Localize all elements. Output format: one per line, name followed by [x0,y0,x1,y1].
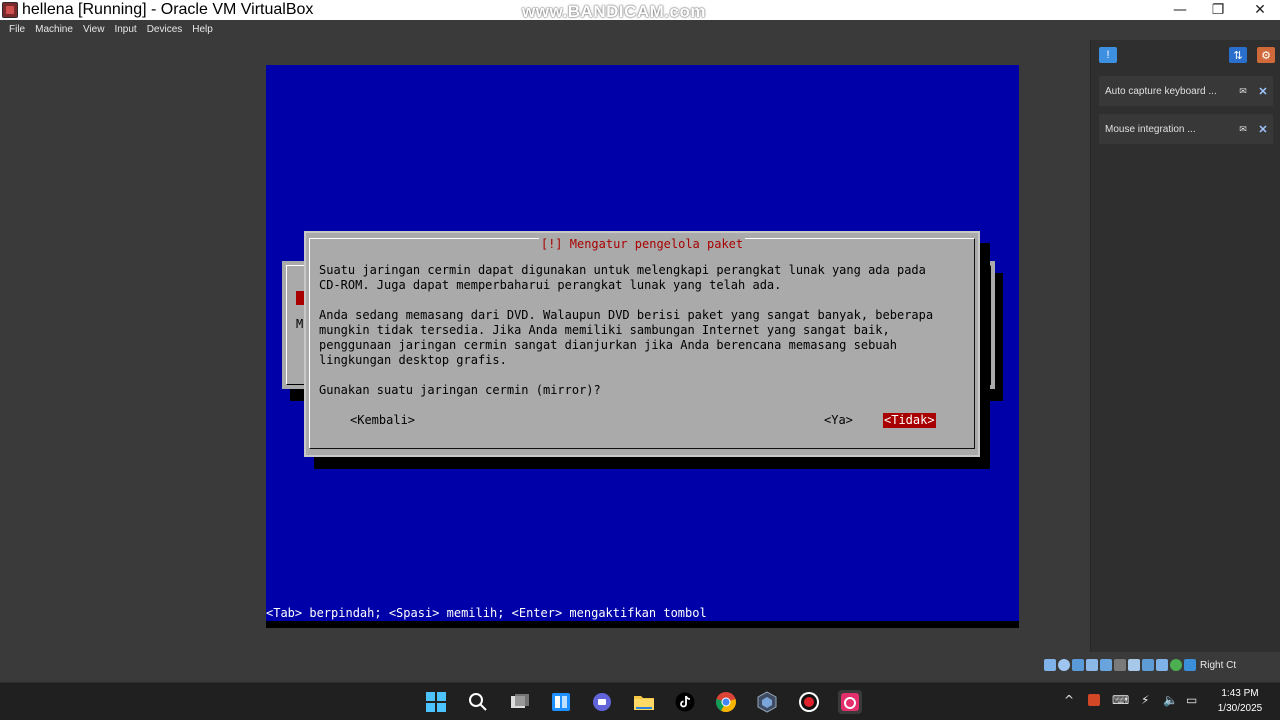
bandicam-record-icon[interactable] [797,690,821,714]
dialog-title: [!] Mengatur pengelola paket [538,237,746,251]
package-manager-dialog: [!] Mengatur pengelola paket Suatu jarin… [304,231,980,457]
optical-drive-icon[interactable] [1058,659,1070,671]
network-status-icon[interactable]: ⚡ [1141,693,1149,707]
settings-icon[interactable]: ⚙ [1257,47,1275,63]
window-title: hellena [Running] - Oracle VM VirtualBox [22,1,314,18]
notification-text: Mouse integration ... [1105,123,1196,135]
keyboard-help-line: <Tab> berpindah; <Spasi> memilih; <Enter… [266,606,707,620]
menu-machine[interactable]: Machine [30,24,78,35]
bandicam-app-icon[interactable] [838,690,862,714]
hard-disk-icon[interactable] [1044,659,1056,671]
notification-text: Auto capture keyboard ... [1105,85,1217,97]
background-dialog-selection [296,291,304,305]
system-clock[interactable]: 1:43 PM 1/30/2025 [1208,686,1272,716]
notification-mouse-integration: Mouse integration ... ✉ ✕ [1099,114,1273,144]
battery-icon[interactable]: ▭ [1186,693,1197,707]
dialog-paragraph-dvd-info: Anda sedang memasang dari DVD. Walaupun … [319,308,934,367]
windows-start-icon[interactable] [424,690,448,714]
menu-view[interactable]: View [78,24,110,35]
display-icon[interactable] [1128,659,1140,671]
teams-chat-icon[interactable] [590,690,614,714]
clock-date: 1/30/2025 [1217,703,1263,714]
audio-icon[interactable] [1072,659,1084,671]
dialog-title-wrapper: [!] Mengatur pengelola paket [310,237,974,251]
clock-time: 1:43 PM [1221,688,1259,699]
tiktok-icon[interactable] [673,690,697,714]
menu-devices[interactable]: Devices [142,24,188,35]
notification-keyboard-capture: Auto capture keyboard ... ✉ ✕ [1099,76,1273,106]
task-view-icon[interactable] [508,690,532,714]
vm-bottom-border [266,621,1019,628]
host-key-label: Right Ct [1200,659,1237,671]
title-bar: hellena [Running] - Oracle VM VirtualBox… [0,0,1280,21]
recording-icon[interactable] [1142,659,1154,671]
virtualbox-icon [2,2,18,18]
network-icon[interactable] [1086,659,1098,671]
close-notification-icon[interactable]: ✕ [1255,121,1271,137]
mute-notification-icon[interactable]: ✉ [1235,83,1251,99]
maximize-button[interactable]: ❐ [1198,0,1238,20]
mute-notification-icon[interactable]: ✉ [1235,121,1251,137]
volume-icon[interactable]: 🔈 [1163,693,1178,707]
menu-input[interactable]: Input [109,24,141,35]
chrome-icon[interactable] [714,690,738,714]
search-icon[interactable] [466,690,490,714]
dialog-paragraph-mirror-intro: Suatu jaringan cermin dapat digunakan un… [319,263,926,292]
usb-icon[interactable] [1100,659,1112,671]
shared-folders-icon[interactable] [1114,659,1126,671]
no-button[interactable]: <Tidak> [883,413,936,428]
widgets-icon[interactable] [549,690,573,714]
dialog-question: Gunakan suatu jaringan cermin (mirror)? [319,383,601,397]
bandicam-watermark: www.BANDICAM.com [522,2,706,21]
vm-display[interactable]: M [!] Mengatur pengelola paket Suatu jar… [266,65,1019,628]
file-explorer-icon[interactable] [632,690,656,714]
menu-bar: File Machine View Input Devices Help [0,20,1280,38]
windows-taskbar: ^ ⌨ ⚡ 🔈 ▭ 1:43 PM 1/30/2025 [0,682,1280,720]
office-icon[interactable] [1087,693,1101,710]
cpu-activity-icon [1170,659,1182,671]
minimize-button[interactable]: — [1160,0,1200,20]
dialog-body: Suatu jaringan cermin dapat digunakan un… [319,263,933,413]
vm-status-bar: Right Ct [1040,656,1280,674]
yes-button[interactable]: <Ya> [824,413,853,428]
close-button[interactable]: ✕ [1240,0,1280,20]
sort-icon[interactable]: ⇅ [1229,47,1247,63]
back-button[interactable]: <Kembali> [350,413,415,428]
keyboard-layout-icon[interactable]: ⌨ [1112,693,1129,707]
close-notification-icon[interactable]: ✕ [1255,83,1271,99]
notification-panel: ! ⇅ ⚙ Auto capture keyboard ... ✉ ✕ Mous… [1090,40,1280,652]
show-hidden-icons[interactable]: ^ [1064,693,1074,707]
keyboard-icon[interactable] [1184,659,1196,671]
menu-help[interactable]: Help [187,24,218,35]
message-icon[interactable]: ! [1099,47,1117,63]
virtualbox-taskbar-icon[interactable] [755,690,779,714]
menu-file[interactable]: File [4,24,30,35]
background-dialog-text: M [296,317,304,331]
mouse-integration-icon[interactable] [1156,659,1168,671]
